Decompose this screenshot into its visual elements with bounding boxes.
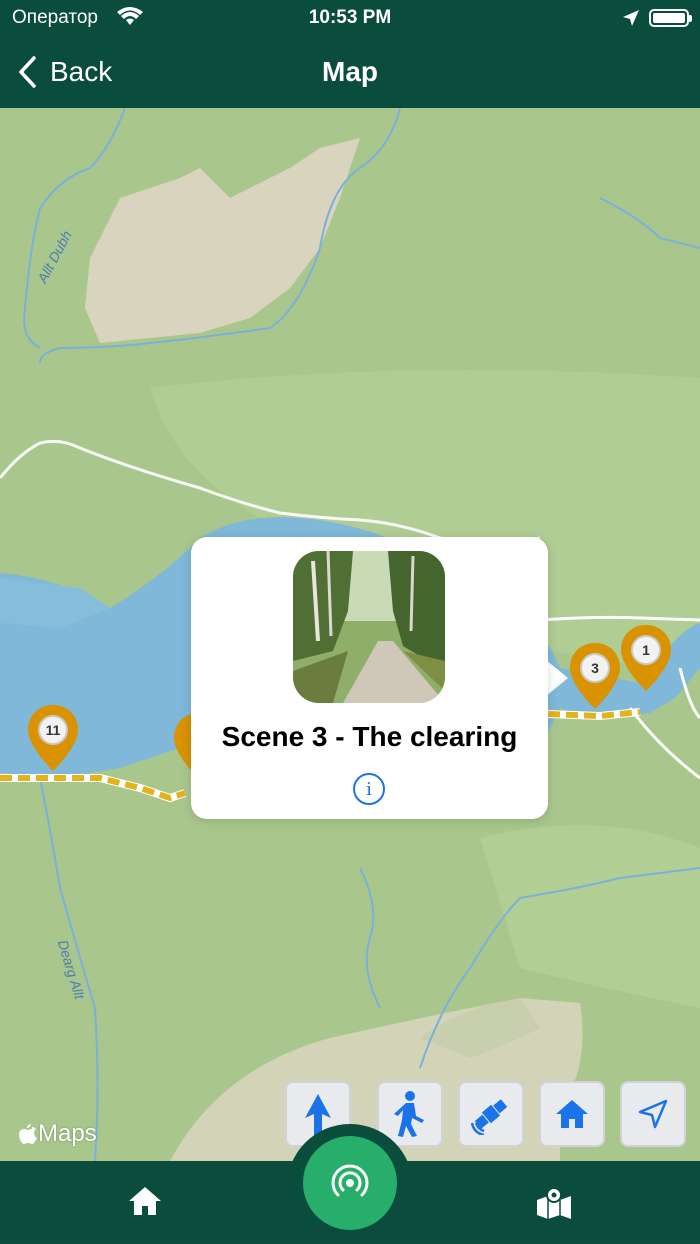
scene-title: Scene 3 - The clearing — [221, 721, 518, 752]
tab-map[interactable] — [536, 1186, 572, 1225]
route-pin-11[interactable]: 11 — [26, 703, 80, 773]
route-pin-1[interactable]: 1 — [619, 623, 673, 693]
pin-number: 3 — [580, 653, 610, 683]
page-title: Map — [322, 56, 378, 87]
pin-number: 11 — [38, 715, 68, 745]
pin-number: 1 — [631, 635, 661, 665]
satellite-view-button[interactable] — [458, 1081, 524, 1147]
location-arrow-icon — [638, 1099, 668, 1129]
callout-pointer — [546, 660, 568, 696]
home-icon — [556, 1100, 588, 1128]
route-pin-3[interactable]: 3 — [568, 641, 622, 711]
info-icon[interactable]: i — [353, 773, 385, 805]
battery-icon — [649, 9, 692, 27]
maps-label: Maps — [38, 1120, 97, 1147]
home-location-button[interactable] — [539, 1081, 605, 1147]
maps-attribution[interactable]: Maps — [18, 1120, 97, 1148]
location-services-icon — [623, 10, 639, 26]
status-time: 10:53 PM — [308, 7, 392, 28]
broadcast-icon — [331, 1164, 369, 1197]
broadcast-button[interactable] — [303, 1136, 397, 1230]
current-location-button[interactable] — [620, 1081, 686, 1147]
satellite-icon — [470, 1099, 508, 1135]
map-icon — [537, 1187, 571, 1219]
walking-icon — [394, 1091, 424, 1137]
status-bar: Оператор 10:53 PM — [0, 0, 700, 36]
scene-thumbnail[interactable] — [293, 551, 445, 703]
scene-callout[interactable]: Scene 3 - The clearing i — [191, 537, 548, 819]
tab-home[interactable] — [128, 1186, 162, 1221]
apple-logo-icon — [19, 1124, 37, 1144]
home-icon — [129, 1187, 161, 1215]
header: Оператор 10:53 PM Back Map — [0, 0, 700, 108]
